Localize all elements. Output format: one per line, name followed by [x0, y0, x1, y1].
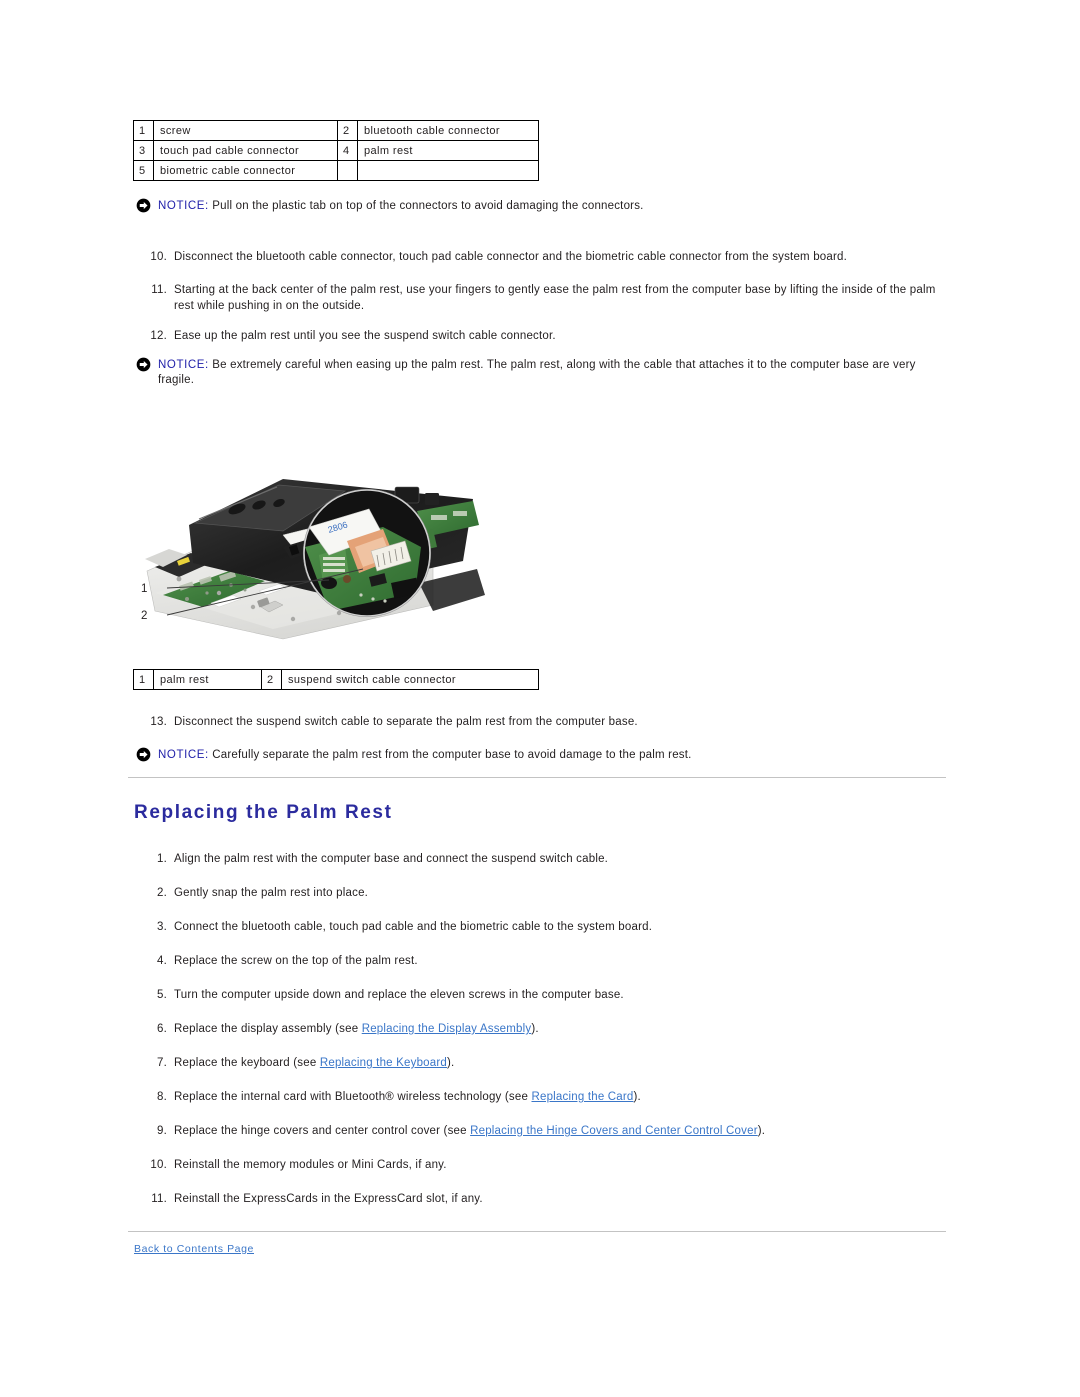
notice-icon: [136, 357, 151, 372]
replacing-step-11: 11. Reinstall the ExpressCards in the Exp…: [141, 1191, 946, 1207]
section-divider-bottom: [128, 1231, 946, 1232]
cell-num: 4: [337, 140, 358, 161]
step-text: Gently snap the palm rest into place.: [174, 887, 369, 899]
document-page: 1 screw 2 bluetooth cable connector 3 to…: [0, 0, 1080, 1397]
cell-num: 1: [133, 120, 154, 141]
step-text: Turn the computer upside down and replac…: [174, 989, 624, 1001]
notice-label: NOTICE:: [158, 749, 209, 761]
cell-num: 1: [133, 669, 154, 690]
step-text: Replace the screw on the top of the palm…: [174, 955, 418, 967]
cell-num: 5: [133, 160, 154, 181]
palm-rest-legend-table: 1 palm rest 2 suspend switch cable conne…: [133, 669, 539, 690]
step-number: 2.: [157, 887, 167, 899]
cell-num-empty: [337, 160, 358, 181]
cell-label: biometric cable connector: [153, 160, 338, 181]
cell-num: 2: [261, 669, 282, 690]
cross-reference-link[interactable]: Replacing the Hinge Covers and Center Co…: [470, 1125, 758, 1137]
table-row: 5 biometric cable connector: [133, 160, 539, 181]
notice-text: NOTICE: Carefully separate the palm rest…: [158, 747, 692, 763]
step-number: 10.: [150, 251, 167, 263]
step-text: Replace the hinge covers and center cont…: [174, 1125, 766, 1137]
notice-label: NOTICE:: [158, 200, 209, 212]
step-number: 3.: [157, 921, 167, 933]
table-row: 1 palm rest 2 suspend switch cable conne…: [133, 669, 539, 690]
figure-callout-2: 2: [141, 610, 147, 622]
step-text: Starting at the back center of the palm …: [174, 284, 936, 312]
step-text: Align the palm rest with the computer ba…: [174, 853, 609, 865]
step-number: 5.: [157, 989, 167, 1001]
step-number: 4.: [157, 955, 167, 967]
palm-rest-components-table: 1 screw 2 bluetooth cable connector 3 to…: [133, 120, 539, 181]
cell-num: 2: [337, 120, 358, 141]
step-number: 9.: [157, 1125, 167, 1137]
cross-reference-link[interactable]: Replacing the Display Assembly: [362, 1023, 532, 1035]
page-title: Replacing the Palm Rest: [134, 802, 393, 823]
section-divider-top: [128, 777, 946, 778]
notice-message: Be extremely careful when easing up the …: [158, 359, 916, 386]
notice-label: NOTICE:: [158, 359, 209, 371]
cell-label: suspend switch cable connector: [281, 669, 539, 690]
step-text: Reinstall the ExpressCards in the Expres…: [174, 1193, 483, 1205]
cell-label: bluetooth cable connector: [357, 120, 539, 141]
step-text: Replace the display assembly (see Replac…: [174, 1023, 539, 1035]
cross-reference-link[interactable]: Replacing the Card: [531, 1091, 633, 1103]
step-text: Ease up the palm rest until you see the …: [174, 330, 556, 342]
step-number: 1.: [157, 853, 167, 865]
step-12: 12. Ease up the palm rest until you see …: [141, 328, 946, 344]
step-number: 13.: [150, 716, 167, 728]
step-13: 13. Disconnect the suspend switch cable …: [141, 714, 946, 730]
step-number: 8.: [157, 1091, 167, 1103]
step-text: Disconnect the bluetooth cable connector…: [174, 251, 848, 263]
step-number: 11.: [151, 284, 167, 296]
figure-illustration: 2806 1 2: [133, 443, 493, 658]
cell-label-empty: [357, 160, 539, 181]
step-number: 10.: [150, 1159, 167, 1171]
step-number: 7.: [157, 1057, 167, 1069]
step-text: Replace the internal card with Bluetooth…: [174, 1091, 641, 1103]
replacing-step-2: 2. Gently snap the palm rest into place.: [141, 885, 946, 901]
notice-icon: [136, 198, 151, 213]
table-row: 3 touch pad cable connector 4 palm rest: [133, 140, 539, 161]
back-to-contents-link[interactable]: Back to Contents Page: [134, 1243, 254, 1255]
cell-label: screw: [153, 120, 338, 141]
replacing-step-1: 1. Align the palm rest with the computer …: [141, 851, 946, 867]
replacing-step-10: 10. Reinstall the memory modules or Mini …: [141, 1157, 946, 1173]
cell-label: touch pad cable connector: [153, 140, 338, 161]
figure-callout-1: 1: [141, 583, 147, 595]
notice-separate: NOTICE: Carefully separate the palm rest…: [136, 747, 946, 763]
notice-connectors: NOTICE: Pull on the plastic tab on top o…: [136, 198, 936, 214]
step-number: 6.: [157, 1023, 167, 1035]
step-text: Replace the keyboard (see Replacing the …: [174, 1057, 455, 1069]
replacing-step-5: 5. Turn the computer upside down and repl…: [141, 987, 946, 1003]
step-number: 12.: [150, 330, 167, 342]
step-10: 10. Disconnect the bluetooth cable conne…: [141, 249, 946, 265]
cross-reference-link[interactable]: Replacing the Keyboard: [320, 1057, 447, 1069]
notice-icon: [136, 747, 151, 762]
cell-label: palm rest: [153, 669, 262, 690]
notice-fragile: NOTICE: Be extremely careful when easing…: [136, 357, 946, 388]
step-text: Connect the bluetooth cable, touch pad c…: [174, 921, 653, 933]
replacing-step-3: 3. Connect the bluetooth cable, touch pad…: [141, 919, 946, 935]
step-number: 11.: [151, 1193, 167, 1205]
notice-text: NOTICE: Be extremely careful when easing…: [158, 357, 946, 388]
replacing-step-7: 7. Replace the keyboard (see Replacing th…: [141, 1055, 946, 1071]
notice-message: Pull on the plastic tab on top of the co…: [208, 200, 644, 212]
cell-label: palm rest: [357, 140, 539, 161]
replacing-step-8: 8. Replace the internal card with Bluetoo…: [141, 1089, 946, 1105]
replacing-step-6: 6. Replace the display assembly (see Repl…: [141, 1021, 946, 1037]
replacing-step-4: 4. Replace the screw on the top of the pa…: [141, 953, 946, 969]
notice-text: NOTICE: Pull on the plastic tab on top o…: [158, 198, 644, 214]
cell-num: 3: [133, 140, 154, 161]
step-text: Disconnect the suspend switch cable to s…: [174, 716, 638, 728]
palm-rest-figure: 2806 1 2: [133, 443, 493, 658]
table-row: 1 screw 2 bluetooth cable connector: [133, 120, 539, 141]
replacing-step-9: 9. Replace the hinge covers and center co…: [141, 1123, 946, 1139]
notice-message: Carefully separate the palm rest from th…: [208, 749, 692, 761]
step-11: 11. Starting at the back center of the p…: [141, 282, 946, 314]
step-text: Reinstall the memory modules or Mini Car…: [174, 1159, 447, 1171]
